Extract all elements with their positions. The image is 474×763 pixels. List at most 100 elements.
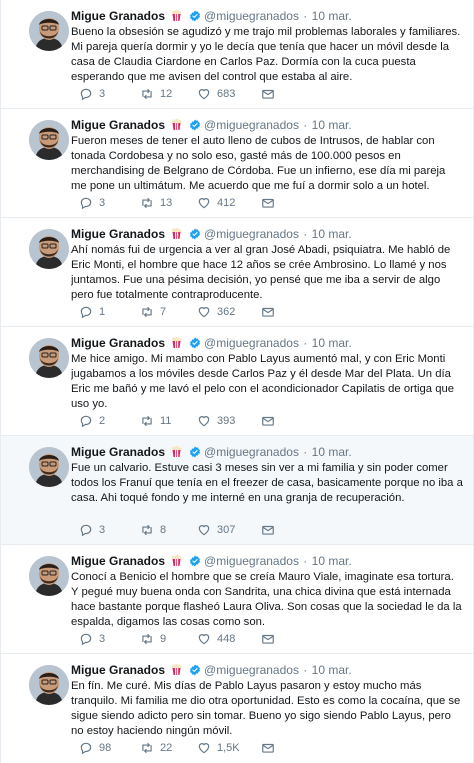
tweet[interactable]: Migue Granados @miguegranados · 10 mar. … — [1, 654, 473, 763]
retweet-button[interactable]: 12 — [140, 86, 172, 102]
tweet-actions: 3 8 307 — [79, 522, 309, 538]
heart-icon — [198, 416, 210, 427]
retweet-button[interactable]: 13 — [140, 195, 172, 211]
tweet[interactable]: Migue Granados @miguegranados · 10 mar. … — [1, 0, 473, 109]
retweet-count: 7 — [160, 306, 167, 318]
reply-count: 3 — [99, 197, 106, 209]
reply-count: 2 — [99, 415, 106, 427]
like-button[interactable]: 307 — [197, 522, 235, 538]
author-name[interactable]: Migue Granados — [71, 663, 165, 677]
like-button[interactable]: 1,5K — [197, 740, 240, 756]
reply-button[interactable]: 98 — [79, 740, 111, 756]
avatar[interactable] — [29, 556, 69, 596]
author-name[interactable]: Migue Granados — [71, 9, 165, 23]
verified-badge-icon — [189, 446, 201, 458]
avatar[interactable] — [29, 11, 69, 51]
like-button[interactable]: 448 — [197, 631, 235, 647]
reply-button[interactable]: 3 — [79, 631, 105, 647]
avatar[interactable] — [29, 120, 69, 160]
tweet-timestamp[interactable]: 10 mar. — [312, 336, 352, 350]
like-button[interactable]: 412 — [197, 195, 235, 211]
popcorn-icon — [170, 663, 183, 675]
author-handle[interactable]: @miguegranados — [204, 554, 299, 568]
envelope-icon — [262, 416, 274, 426]
tweet-text: Me hice amigo. Mi mambo con Pablo Layus … — [71, 353, 455, 410]
reply-button[interactable]: 2 — [79, 413, 105, 429]
tweet-timestamp[interactable]: 10 mar. — [312, 118, 352, 132]
tweet-timestamp[interactable]: 10 mar. — [312, 663, 352, 677]
reply-count: 1 — [99, 306, 106, 318]
like-count: 448 — [217, 633, 236, 645]
reply-button[interactable]: 3 — [79, 195, 105, 211]
author-handle[interactable]: @miguegranados — [204, 336, 299, 350]
tweet-header: Migue Granados @miguegranados · 10 mar. — [71, 118, 352, 132]
author-name[interactable]: Migue Granados — [71, 445, 165, 459]
reply-icon — [80, 415, 92, 428]
direct-message-button[interactable] — [261, 631, 281, 647]
tweet[interactable]: Migue Granados @miguegranados · 10 mar. … — [1, 327, 473, 436]
tweet-text: En fín. Me curé. Mis días de Pablo Layus… — [71, 680, 461, 737]
author-name[interactable]: Migue Granados — [71, 227, 165, 241]
retweet-count: 11 — [160, 415, 172, 427]
like-button[interactable]: 683 — [197, 86, 235, 102]
envelope-icon — [262, 634, 274, 644]
verified-badge-icon — [189, 555, 201, 567]
tweet[interactable]: Migue Granados @miguegranados · 10 mar. … — [1, 218, 473, 327]
avatar[interactable] — [29, 665, 69, 705]
avatar[interactable] — [29, 338, 69, 378]
popcorn-icon — [170, 118, 183, 130]
like-count: 1,5K — [217, 742, 240, 754]
avatar[interactable] — [29, 447, 69, 487]
author-handle[interactable]: @miguegranados — [204, 118, 299, 132]
retweet-button[interactable]: 9 — [140, 631, 166, 647]
tweet[interactable]: Migue Granados @miguegranados · 10 mar. … — [1, 545, 473, 654]
tweet-header: Migue Granados @miguegranados · 10 mar. — [71, 336, 352, 350]
direct-message-button[interactable] — [261, 740, 281, 756]
verified-badge-icon — [189, 337, 201, 349]
author-name[interactable]: Migue Granados — [71, 118, 165, 132]
retweet-button[interactable]: 7 — [140, 304, 166, 320]
author-handle[interactable]: @miguegranados — [204, 227, 299, 241]
direct-message-button[interactable] — [261, 522, 281, 538]
heart-icon — [198, 743, 210, 754]
author-name[interactable]: Migue Granados — [71, 336, 165, 350]
tweet-header: Migue Granados @miguegranados · 10 mar. — [71, 445, 352, 459]
author-name[interactable]: Migue Granados — [71, 554, 165, 568]
heart-icon — [198, 307, 210, 318]
tweet-actions: 1 7 362 — [79, 304, 309, 320]
like-button[interactable]: 362 — [197, 304, 235, 320]
retweet-button[interactable]: 8 — [140, 522, 166, 538]
retweet-count: 9 — [160, 633, 167, 645]
author-handle[interactable]: @miguegranados — [204, 663, 299, 677]
reply-button[interactable]: 1 — [79, 304, 105, 320]
tweet-timestamp[interactable]: 10 mar. — [312, 9, 352, 23]
reply-count: 98 — [99, 742, 112, 754]
retweet-button[interactable]: 11 — [140, 413, 171, 429]
tweet-actions: 98 22 1,5K — [79, 740, 309, 756]
direct-message-button[interactable] — [261, 304, 281, 320]
reply-button[interactable]: 3 — [79, 86, 105, 102]
tweet-actions: 3 9 448 — [79, 631, 309, 647]
retweet-icon — [142, 88, 152, 100]
tweet-timestamp[interactable]: 10 mar. — [312, 554, 352, 568]
tweet-actions: 3 12 683 — [79, 86, 309, 102]
direct-message-button[interactable] — [261, 86, 281, 102]
tweet-thread: Migue Granados @miguegranados · 10 mar. … — [0, 0, 474, 763]
tweet-timestamp[interactable]: 10 mar. — [312, 445, 352, 459]
author-handle[interactable]: @miguegranados — [204, 9, 299, 23]
direct-message-button[interactable] — [261, 195, 281, 211]
heart-icon — [198, 89, 210, 100]
popcorn-icon — [170, 9, 183, 21]
popcorn-icon — [170, 554, 183, 566]
like-button[interactable]: 393 — [197, 413, 235, 429]
retweet-icon — [142, 524, 152, 536]
tweet[interactable]: Migue Granados @miguegranados · 10 mar. … — [1, 109, 473, 218]
retweet-button[interactable]: 22 — [140, 740, 172, 756]
tweet-timestamp[interactable]: 10 mar. — [312, 227, 352, 241]
avatar[interactable] — [29, 229, 69, 269]
tweet[interactable]: Migue Granados @miguegranados · 10 mar. … — [1, 436, 473, 545]
direct-message-button[interactable] — [261, 413, 281, 429]
retweet-icon — [142, 742, 152, 754]
author-handle[interactable]: @miguegranados — [204, 445, 299, 459]
reply-button[interactable]: 3 — [79, 522, 105, 538]
